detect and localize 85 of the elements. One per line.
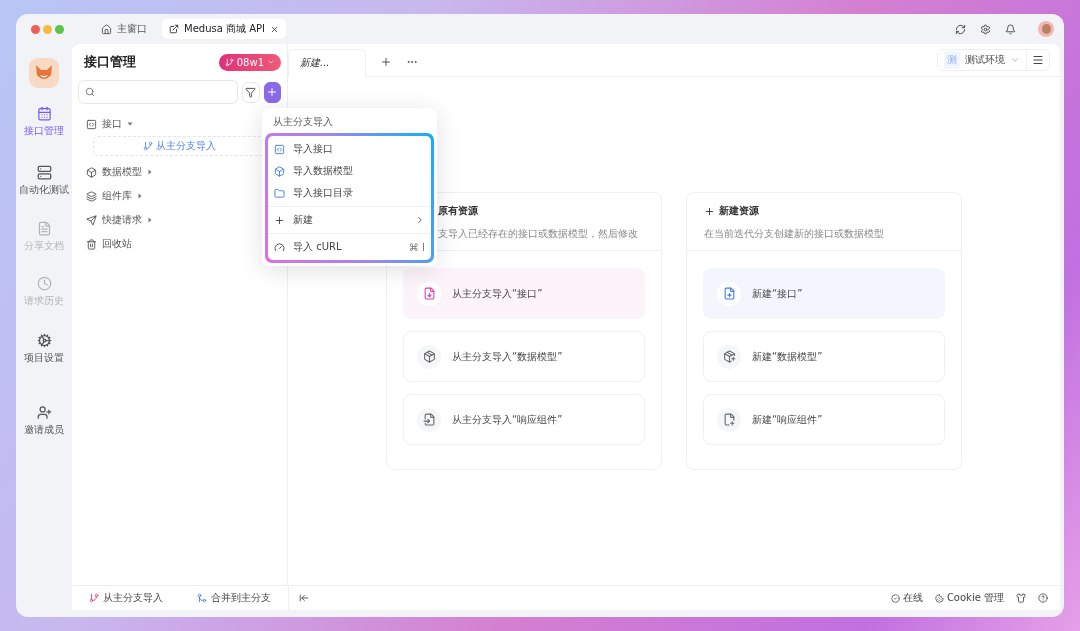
settings-icon[interactable] (980, 23, 991, 35)
collapse-icon[interactable] (299, 593, 309, 603)
menu-heading: 从主分支导入 (272, 115, 334, 129)
window-tab[interactable]: 主窗口 (94, 19, 154, 39)
cube-icon (86, 166, 97, 178)
package-icon (417, 344, 441, 369)
tree-item[interactable]: 快捷请求 (78, 208, 153, 232)
layers-icon (86, 190, 97, 202)
branch-icon (89, 593, 99, 603)
help-icon[interactable] (1038, 593, 1048, 603)
card-title: 新建资源 (719, 204, 759, 218)
app-logo (29, 58, 59, 88)
menu-item[interactable]: 导入接口 (268, 138, 431, 160)
chevron-right-icon (415, 215, 425, 225)
tree-item[interactable]: 组件库 (78, 184, 143, 208)
filter-icon (245, 86, 257, 98)
nav-item[interactable]: 邀请成员 (24, 405, 64, 437)
action-option[interactable]: 新建“接口” (703, 268, 945, 319)
search-field[interactable] (78, 80, 238, 104)
refresh-icon[interactable] (955, 23, 966, 35)
server-icon (36, 165, 52, 180)
send-icon (86, 214, 97, 226)
nav-item[interactable]: 接口管理 (24, 106, 64, 138)
menu-item[interactable]: 导入数据模型 (268, 160, 431, 182)
clock-icon (36, 276, 52, 291)
code-square-icon (274, 143, 285, 155)
check-circle-icon (890, 593, 900, 603)
avatar[interactable] (1038, 21, 1054, 37)
chevron-down-icon (267, 58, 275, 66)
nav-item[interactable]: 项目设置 (24, 333, 64, 365)
tree-item[interactable]: 回收站 (78, 232, 132, 256)
card-description: 在当前迭代分支创建新的接口或数据模型 (704, 227, 885, 241)
tree-item[interactable]: 数据模型 (78, 160, 153, 184)
footer-link[interactable]: 从主分支导入 (89, 591, 163, 605)
editor-tab[interactable]: 新建... (288, 49, 366, 77)
gauge-icon (274, 241, 285, 253)
action-option[interactable]: 从主分支导入“响应组件” (403, 394, 645, 445)
add-button[interactable] (263, 81, 281, 103)
close-window-button[interactable] (31, 24, 40, 34)
new-tab-icon[interactable] (380, 56, 392, 68)
cube-icon (274, 165, 285, 177)
file-plus-icon (717, 281, 741, 306)
branch-icon (224, 57, 234, 67)
action-option[interactable]: 新建“响应组件” (703, 394, 945, 445)
nav-item[interactable]: 自动化测试 (19, 165, 69, 197)
branch-selector[interactable]: 08w1 (218, 53, 281, 71)
plus-icon (266, 86, 279, 98)
file-plus-icon (717, 407, 741, 432)
add-user-icon (36, 405, 52, 420)
bell-icon[interactable] (1005, 23, 1016, 35)
cookie-icon (934, 593, 944, 603)
menu-item[interactable]: 导入接口目录 (268, 182, 431, 204)
folder-icon (274, 187, 285, 199)
plus-icon (704, 205, 715, 217)
home-icon (101, 23, 112, 35)
card-title: 原有资源 (438, 204, 478, 218)
panel-title: 接口管理 (84, 53, 136, 71)
window-tab[interactable]: Medusa 商城 API (162, 19, 286, 39)
code-square-icon (86, 118, 97, 130)
file-input-icon (417, 407, 441, 432)
package-plus-icon (717, 344, 741, 369)
trash-icon (86, 238, 97, 250)
menu-item[interactable]: 导入 cURL ⌘ I (268, 236, 431, 258)
action-option[interactable]: 新建“数据模型” (703, 331, 945, 382)
chevron-down-icon (1010, 55, 1020, 65)
calendar-icon (36, 106, 52, 121)
plus-icon (274, 214, 285, 226)
status-item[interactable]: 在线 (890, 591, 923, 605)
footer-link[interactable]: 合并到主分支 (197, 591, 271, 605)
filter-button[interactable] (242, 81, 260, 103)
action-option[interactable]: 从主分支导入“数据模型” (403, 331, 645, 382)
action-option[interactable]: 从主分支导入“接口” (403, 268, 645, 319)
tree-item[interactable]: 接口 (78, 112, 133, 136)
external-link-icon (169, 24, 179, 34)
merge-icon (197, 593, 207, 603)
shirt-icon[interactable] (1016, 593, 1026, 603)
search-icon (85, 87, 95, 97)
card-description: 支导入已经存在的接口或数据模型，然后修改 (438, 227, 639, 241)
gear-icon (36, 333, 52, 348)
document-icon (36, 221, 52, 236)
file-download-icon (417, 281, 441, 306)
menu-item[interactable]: 新建 (268, 209, 431, 231)
branch-icon (142, 141, 153, 151)
close-icon[interactable] (270, 24, 279, 34)
status-item[interactable]: Cookie 管理 (934, 591, 1004, 605)
